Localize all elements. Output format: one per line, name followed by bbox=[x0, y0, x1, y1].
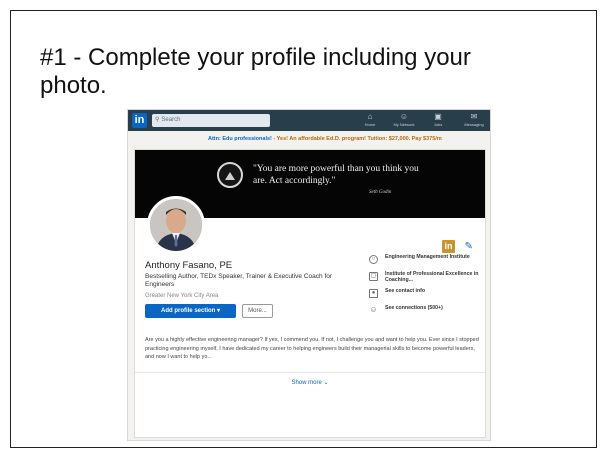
linkedin-badge-icon[interactable]: in bbox=[442, 240, 455, 253]
edit-pencil-icon[interactable]: ✎ bbox=[465, 240, 473, 253]
linkedin-screenshot: in ⚲ Search ⌂ Home ☺ My Network ▣ Jobs ✉ … bbox=[127, 109, 491, 441]
search-placeholder: Search bbox=[161, 117, 181, 123]
sidebar-item-label: See contact info bbox=[385, 288, 426, 294]
promo-link[interactable]: Attn: Edu professionals! bbox=[208, 136, 272, 142]
home-icon: ⌂ bbox=[367, 112, 373, 121]
sidebar-item-label: Engineering Management Institute bbox=[385, 254, 470, 260]
messaging-icon: ✉ bbox=[470, 112, 478, 121]
promo-text: - Yes! An affordable Ed.D. program! Tuit… bbox=[271, 136, 442, 142]
sidebar-item-connections[interactable]: ☺ See connections (500+) bbox=[369, 305, 483, 322]
nav-item-label: Jobs bbox=[433, 122, 443, 127]
slide-title: #1 - Complete your profile including you… bbox=[40, 44, 471, 99]
nav-item-label: Messaging bbox=[464, 122, 484, 127]
sidebar-item-company[interactable]: ○ Engineering Management Institute bbox=[369, 254, 483, 271]
banner-quote: "You are more powerful than you think yo… bbox=[253, 164, 419, 186]
sidebar-item-school[interactable]: ▢ Institute of Professional Excellence i… bbox=[369, 271, 483, 288]
add-profile-section-button[interactable]: Add profile section ▾ bbox=[145, 304, 236, 318]
profile-location: Greater New York City Area bbox=[145, 293, 219, 299]
nav-item-label: Home bbox=[364, 122, 376, 127]
sidebar-item-label: See connections (500+) bbox=[385, 305, 443, 311]
profile-sidebar-list: ○ Engineering Management Institute ▢ Ins… bbox=[369, 254, 483, 322]
promo-banner[interactable]: Attn: Edu professionals! - Yes! An affor… bbox=[128, 134, 490, 144]
profile-photo-avatar[interactable] bbox=[147, 196, 205, 254]
profile-name: Anthony Fasano, PE bbox=[145, 260, 233, 271]
profile-headline: Bestselling Author, TEDx Speaker, Traine… bbox=[145, 273, 333, 288]
nav-item-label: My Network bbox=[393, 122, 415, 127]
banner-quote-author: Seth Godin bbox=[369, 190, 392, 195]
nav-item-home[interactable]: ⌂ Home bbox=[356, 112, 384, 130]
sidebar-item-label: Institute of Professional Excellence in … bbox=[385, 271, 479, 283]
more-button[interactable]: More... bbox=[242, 304, 273, 318]
profile-photo-icon bbox=[150, 199, 202, 251]
contact-icon: ● bbox=[369, 289, 378, 298]
profile-about-summary: Are you a highly effective engineering m… bbox=[145, 337, 479, 360]
company-icon: ○ bbox=[369, 255, 378, 264]
nav-item-messaging[interactable]: ✉ Messaging bbox=[460, 112, 488, 130]
sidebar-item-contact-info[interactable]: ● See contact info bbox=[369, 288, 483, 305]
search-input[interactable]: ⚲ Search bbox=[152, 114, 270, 127]
emi-logo-icon bbox=[217, 162, 243, 188]
top-navigation-bar: in ⚲ Search ⌂ Home ☺ My Network ▣ Jobs ✉ … bbox=[128, 110, 490, 131]
briefcase-icon: ▣ bbox=[434, 112, 442, 121]
nav-item-jobs[interactable]: ▣ Jobs bbox=[424, 112, 452, 130]
nav-item-my-network[interactable]: ☺ My Network bbox=[390, 112, 418, 130]
section-divider bbox=[135, 372, 485, 373]
connections-icon: ☺ bbox=[369, 305, 378, 314]
profile-card: "You are more powerful than you think yo… bbox=[134, 149, 486, 438]
network-icon: ☺ bbox=[399, 112, 409, 121]
school-icon: ▢ bbox=[369, 272, 378, 281]
linkedin-logo[interactable]: in bbox=[132, 113, 147, 128]
search-icon: ⚲ bbox=[155, 117, 160, 123]
show-more-link[interactable]: Show more ⌄ bbox=[135, 379, 485, 386]
